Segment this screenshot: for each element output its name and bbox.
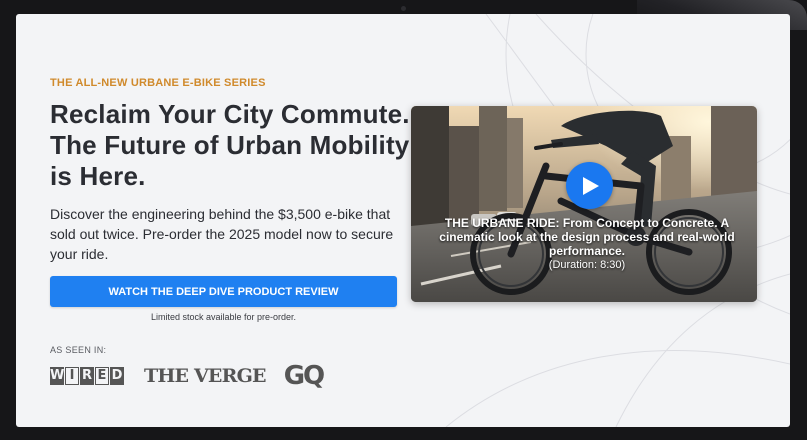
stock-note: Limited stock available for pre-order. — [150, 312, 297, 322]
hero-description: Discover the engineering behind the $3,5… — [50, 206, 394, 262]
landing-page: THE ALL-NEW URBANE E-BIKE SERIES Reclaim… — [16, 14, 790, 427]
gq-logo: GQ — [283, 361, 325, 391]
device-bezel: THE ALL-NEW URBANE E-BIKE SERIES Reclaim… — [0, 0, 807, 440]
the-verge-logo: THE VERGE — [144, 365, 267, 387]
video-title: THE URBANE RIDE: From Concept to Concret… — [439, 216, 735, 258]
press-logos: WIRED THE VERGE GQ — [50, 361, 325, 391]
camera-dot — [401, 6, 406, 11]
video-caption: THE URBANE RIDE: From Concept to Concret… — [427, 216, 747, 272]
wired-logo: WIRED — [50, 367, 124, 385]
page-headline: Reclaim Your City Commute. The Future of… — [50, 99, 410, 191]
eyebrow-text: THE ALL-NEW URBANE E-BIKE SERIES — [50, 77, 266, 89]
video-player[interactable]: THE URBANE RIDE: From Concept to Concret… — [411, 106, 757, 302]
play-icon — [582, 176, 599, 195]
press-label: AS SEEN IN: — [50, 345, 107, 355]
video-duration: (Duration: 8:30) — [548, 259, 626, 271]
watch-review-button[interactable]: WATCH THE DEEP DIVE PRODUCT REVIEW — [50, 276, 397, 307]
play-button[interactable] — [566, 162, 613, 209]
